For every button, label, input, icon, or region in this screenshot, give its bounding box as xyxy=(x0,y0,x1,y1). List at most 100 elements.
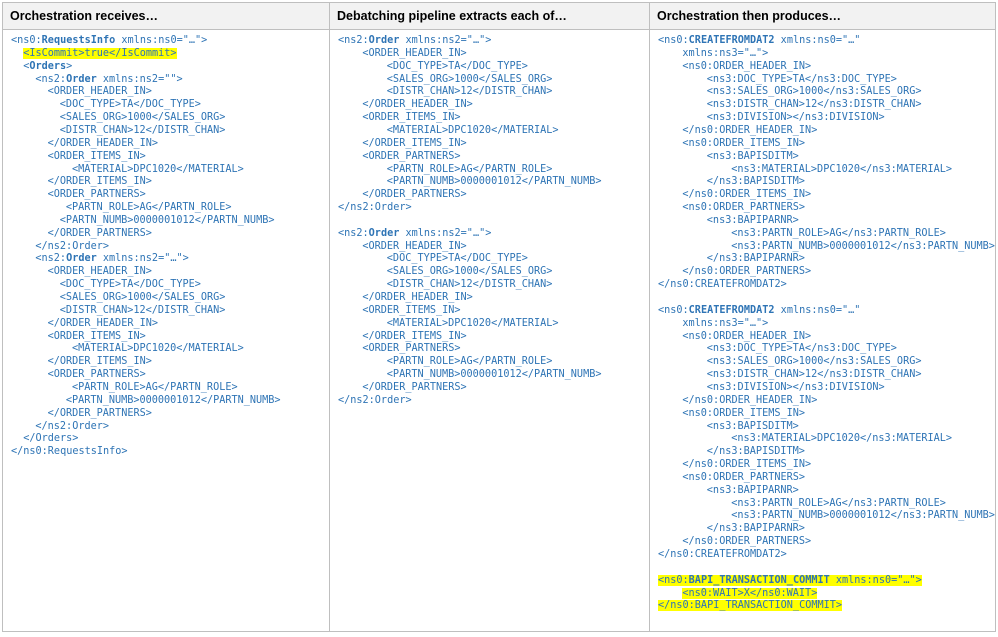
code-token: </ORDER_ITEMS_IN> xyxy=(362,330,467,342)
code-token: <ns0: xyxy=(658,574,689,586)
code-line: </ns0:ORDER_HEADER_IN> xyxy=(682,394,817,407)
code-token: <MATERIAL>DPC1020</MATERIAL> xyxy=(386,317,559,329)
code-token: <ns3:MATERIAL>DPC1020</ns3:MATERIAL> xyxy=(731,163,952,175)
code-token: <ns0:ORDER_PARTNERS> xyxy=(682,471,806,483)
code-line: <PARTN_NUMB>0000001012</PARTN_NUMB> xyxy=(60,214,275,227)
code-token: <ns3:DIVISION></ns3:DIVISION> xyxy=(706,112,885,124)
code-token: <ns0: xyxy=(658,304,689,316)
xml-code-block-output: <ns0:CREATEFROMDAT2 xmlns:ns0="…" xmlns:n… xyxy=(650,30,995,631)
code-token: <ns3:BAPIPARNR> xyxy=(706,484,799,496)
code-token: <MATERIAL>DPC1020</MATERIAL> xyxy=(72,163,244,175)
code-line: <ORDER_PARTNERS> xyxy=(362,342,460,355)
code-token: </ns0:ORDER_HEADER_IN> xyxy=(682,124,818,136)
code-line: </ns0:ORDER_ITEMS_IN> xyxy=(682,188,811,201)
code-line: <SALES_ORG>1000</SALES_ORG> xyxy=(387,73,553,86)
code-line: <ns2:Order xmlns:ns2="…"> xyxy=(338,227,491,240)
code-token: <PARTN_NUMB>0000001012</PARTN_NUMB> xyxy=(386,369,602,381)
code-token: <ns3:BAPISDITM> xyxy=(706,420,799,432)
code-line: <DISTR_CHAN>12</DISTR_CHAN> xyxy=(60,124,226,137)
code-line: <ns0:ORDER_HEADER_IN> xyxy=(682,60,811,73)
code-line: </ORDER_HEADER_IN> xyxy=(48,137,158,150)
code-line: <ns0:ORDER_ITEMS_IN> xyxy=(682,137,805,150)
code-token: <ns3:DISTR_CHAN>12</ns3:DISTR_CHAN> xyxy=(706,99,922,111)
column-header-debatching: Debatching pipeline extracts each of… xyxy=(330,3,649,30)
code-token: </ns2:Order> xyxy=(35,420,109,432)
code-token: <PARTN_ROLE>AG</PARTN_ROLE> xyxy=(72,381,238,393)
code-token: <ns3:PARTN_ROLE>AG</ns3:PARTN_ROLE> xyxy=(731,497,946,509)
code-line: <ns3:BAPIPARNR> xyxy=(707,484,799,497)
code-token: <PARTN_NUMB>0000001012</PARTN_NUMB> xyxy=(59,214,275,226)
code-line: <ns3:DISTR_CHAN>12</ns3:DISTR_CHAN> xyxy=(707,368,922,381)
code-token: <IsCommit>true</IsCommit> xyxy=(23,47,177,59)
code-line: </ns0:ORDER_PARTNERS> xyxy=(682,535,811,548)
code-line: <ORDER_HEADER_IN> xyxy=(48,85,152,98)
comparison-table: Orchestration receives… Debatching pipel… xyxy=(2,2,996,632)
code-token: xmlns:ns3="…"> xyxy=(682,47,769,59)
code-token: <ns0:ORDER_ITEMS_IN> xyxy=(682,137,806,149)
xml-code-block-input: <ns0:RequestsInfo xmlns:ns0="…"> <IsCommi… xyxy=(3,30,329,631)
code-line: </ns3:BAPISDITM> xyxy=(707,445,805,458)
code-element-name: Orders xyxy=(29,60,67,72)
code-token: <ns2: xyxy=(35,253,67,265)
code-element-name: Order xyxy=(66,73,97,85)
column-header-produces: Orchestration then produces… xyxy=(650,3,995,30)
code-line: <ns3:DIVISION></ns3:DIVISION> xyxy=(707,111,885,124)
code-line: </ORDER_HEADER_IN> xyxy=(48,317,158,330)
code-line: <ns0:WAIT>X</ns0:WAIT> xyxy=(682,587,818,600)
code-line: </ns0:BAPI_TRANSACTION_COMMIT> xyxy=(658,599,843,612)
code-line: xmlns:ns3="…"> xyxy=(682,317,768,330)
code-line: </ns3:BAPIPARNR> xyxy=(707,252,805,265)
code-line: <ns0:ORDER_PARTNERS> xyxy=(682,471,805,484)
code-line: </ns0:ORDER_PARTNERS> xyxy=(682,265,811,278)
code-line: </ns2:Order> xyxy=(35,240,109,253)
code-token: </ns0:ORDER_PARTNERS> xyxy=(682,266,812,278)
code-token: <ns2: xyxy=(338,35,369,46)
code-line: <ns0:BAPI_TRANSACTION_COMMIT xmlns:ns0="… xyxy=(658,574,922,587)
code-token: <ORDER_HEADER_IN> xyxy=(47,86,152,98)
code-token: <PARTN_ROLE>AG</PARTN_ROLE> xyxy=(386,163,553,175)
code-line: <ns3:DOC_TYPE>TA</ns3:DOC_TYPE> xyxy=(707,342,897,355)
code-token: </ns3:BAPISDITM> xyxy=(706,176,805,188)
code-token: <SALES_ORG>1000</SALES_ORG> xyxy=(386,266,553,278)
code-token: </ns0:ORDER_HEADER_IN> xyxy=(682,394,818,406)
code-token: <ORDER_ITEMS_IN> xyxy=(47,150,146,162)
code-token: </ORDER_HEADER_IN> xyxy=(47,137,158,149)
code-token: </ns0:ORDER_PARTNERS> xyxy=(682,536,812,548)
xml-code-block-debatched: <ns2:Order xmlns:ns2="…"> <ORDER_HEADER_I… xyxy=(330,30,649,631)
code-token: > xyxy=(66,60,73,72)
code-token: xmlns:ns3="…"> xyxy=(682,317,769,329)
code-line: <ns3:SALES_ORG>1000</ns3:SALES_ORG> xyxy=(707,355,922,368)
code-token: </ns0:CREATEFROMDAT2> xyxy=(658,279,787,291)
code-line: <DOC_TYPE>TA</DOC_TYPE> xyxy=(60,278,201,291)
code-token: <ns3:DISTR_CHAN>12</ns3:DISTR_CHAN> xyxy=(706,369,922,381)
code-line: </ns2:Order> xyxy=(338,394,412,407)
code-token: </ORDER_ITEMS_IN> xyxy=(47,356,152,368)
code-element-name: Order xyxy=(66,253,97,265)
code-line: <ORDER_ITEMS_IN> xyxy=(362,304,460,317)
code-token: <ns3:DOC_TYPE>TA</ns3:DOC_TYPE> xyxy=(706,73,897,85)
code-token: <ns3:MATERIAL>DPC1020</ns3:MATERIAL> xyxy=(731,433,952,445)
code-line: <DOC_TYPE>TA</DOC_TYPE> xyxy=(387,60,528,73)
code-line: </ns3:BAPIPARNR> xyxy=(707,522,805,535)
code-line: </ns3:BAPISDITM> xyxy=(707,175,805,188)
code-line: </ns0:RequestsInfo> xyxy=(11,445,128,458)
code-token: </ORDER_HEADER_IN> xyxy=(362,99,473,111)
code-token: <ORDER_PARTNERS> xyxy=(47,369,146,381)
code-element-name: Order xyxy=(368,227,400,239)
code-line: </Orders> xyxy=(23,432,78,445)
code-line: <MATERIAL>DPC1020</MATERIAL> xyxy=(387,317,559,330)
code-token: <DISTR_CHAN>12</DISTR_CHAN> xyxy=(386,279,553,291)
code-token: <ns0:ORDER_ITEMS_IN> xyxy=(682,407,806,419)
code-line: <SALES_ORG>1000</SALES_ORG> xyxy=(387,265,553,278)
code-token: </ns0:BAPI_TRANSACTION_COMMIT> xyxy=(658,600,843,612)
code-token: <SALES_ORG>1000</SALES_ORG> xyxy=(59,112,226,124)
code-line: <ns3:SALES_ORG>1000</ns3:SALES_ORG> xyxy=(707,85,922,98)
code-token: <ns3:PARTN_NUMB>0000001012</ns3:PARTN_NU… xyxy=(731,240,995,252)
code-line: <PARTN_ROLE>AG</PARTN_ROLE> xyxy=(387,163,553,176)
code-line: </ORDER_ITEMS_IN> xyxy=(362,330,466,343)
code-line: <PARTN_NUMB>0000001012</PARTN_NUMB> xyxy=(387,368,602,381)
code-token: </ORDER_ITEMS_IN> xyxy=(47,176,152,188)
code-line: <ns3:MATERIAL>DPC1020</ns3:MATERIAL> xyxy=(731,432,952,445)
code-token: <ns3:BAPISDITM> xyxy=(706,150,799,162)
code-token: <ns0:ORDER_PARTNERS> xyxy=(682,202,806,214)
